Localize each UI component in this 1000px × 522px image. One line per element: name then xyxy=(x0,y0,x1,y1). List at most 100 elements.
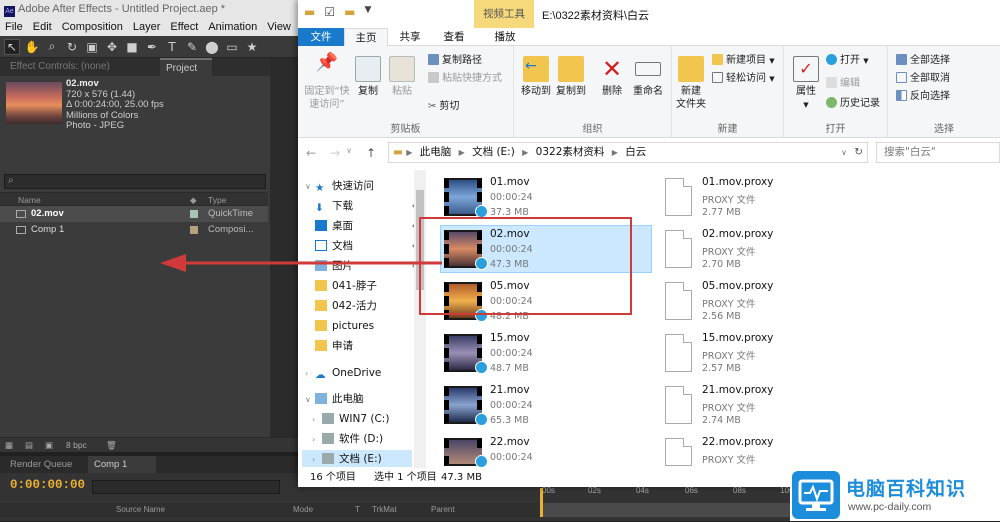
column-mode[interactable]: Mode xyxy=(293,503,313,517)
refresh-icon[interactable]: ↻ xyxy=(854,143,863,162)
label-color-swatch[interactable] xyxy=(190,210,198,218)
nav-item-folder-pictures[interactable]: pictures xyxy=(315,319,374,333)
qat-dropdown-icon[interactable]: ▼ xyxy=(364,5,371,19)
file-tile-21-proxy[interactable]: 21.mov.proxy PROXY 文件 2.74 MB xyxy=(665,384,815,432)
move-to-button[interactable]: ← 移动到 xyxy=(516,56,556,98)
camera-tool-icon[interactable]: ▣ xyxy=(84,39,100,55)
paste-shortcut-button[interactable]: 粘贴快捷方式 xyxy=(428,72,502,86)
copy-to-button[interactable]: 复制到 xyxy=(551,56,591,98)
menu-edit[interactable]: Edit xyxy=(28,21,57,33)
menu-effect[interactable]: Effect xyxy=(165,21,203,33)
label-color-swatch[interactable] xyxy=(190,226,198,234)
bit-depth-button[interactable]: 8 bpc xyxy=(66,438,87,452)
address-dropdown-icon[interactable]: ∨ xyxy=(841,143,847,162)
tab-render-queue[interactable]: Render Queue xyxy=(4,456,78,473)
properties-button[interactable]: ✓ 属性 ▼ xyxy=(786,56,826,112)
trash-icon[interactable]: 🗑 xyxy=(106,438,117,452)
file-tile-05-proxy[interactable]: 05.mov.proxy PROXY 文件 2.56 MB xyxy=(665,280,815,328)
pen-tool-icon[interactable]: ✒ xyxy=(144,39,160,55)
timeline-search-input[interactable] xyxy=(92,480,280,494)
easy-access-button[interactable]: 轻松访问 ▼ xyxy=(712,72,775,86)
column-parent[interactable]: Parent xyxy=(431,503,455,517)
type-tool-icon[interactable]: T xyxy=(164,39,180,55)
project-search-input[interactable]: ⌕ xyxy=(4,174,266,189)
tab-file[interactable]: 文件 xyxy=(298,28,344,46)
breadcrumb-0322[interactable]: 0322素材资料 xyxy=(536,146,605,158)
paste-button[interactable]: 粘贴 xyxy=(382,56,422,98)
playhead[interactable] xyxy=(540,488,543,517)
nav-item-quick-access[interactable]: ∨ ★ 快速访问 xyxy=(305,179,374,194)
edit-button[interactable]: 编辑 xyxy=(826,77,860,91)
new-item-button[interactable]: 新建项目 ▼ xyxy=(712,54,775,68)
folder-icon[interactable]: ▬ xyxy=(304,5,315,19)
file-tile-15-proxy[interactable]: 15.mov.proxy PROXY 文件 2.57 MB xyxy=(665,332,815,380)
menu-animation[interactable]: Animation xyxy=(203,21,262,33)
current-time-display[interactable]: 0:00:00:00 xyxy=(10,478,85,492)
tab-play[interactable]: 播放 xyxy=(478,28,532,46)
nav-item-folder-042[interactable]: 042-活力 xyxy=(315,299,377,313)
breadcrumb-baiyun[interactable]: 白云 xyxy=(625,146,646,158)
rectangle-tool-icon[interactable]: ■ xyxy=(124,39,140,55)
file-tile-02-proxy[interactable]: 02.mov.proxy PROXY 文件 2.70 MB xyxy=(665,228,815,276)
nav-item-drive-e[interactable]: › 文档 (E:) xyxy=(312,452,382,467)
new-folder-icon[interactable]: ▤ xyxy=(25,438,33,452)
column-t[interactable]: T xyxy=(355,503,360,517)
nav-item-this-pc[interactable]: ∨ 此电脑 xyxy=(305,392,364,407)
project-item-comp-1[interactable]: Comp 1 Composi... xyxy=(0,222,268,238)
history-button[interactable]: 历史记录 xyxy=(826,97,880,111)
menu-view[interactable]: View xyxy=(262,21,296,33)
breadcrumb-this-pc[interactable]: 此电脑 xyxy=(420,146,452,158)
open-button[interactable]: 打开 ▼ xyxy=(826,54,869,68)
nav-item-drive-c[interactable]: › WIN7 (C:) xyxy=(312,412,389,427)
nav-item-folder-041[interactable]: 041-脖子 xyxy=(315,279,377,293)
puppet-tool-icon[interactable]: ★ xyxy=(244,39,260,55)
recent-dropdown-icon[interactable]: ∨ xyxy=(346,146,352,160)
folder-search-input[interactable]: 搜索"白云" xyxy=(876,142,1000,163)
tab-effect-controls[interactable]: Effect Controls: (none) xyxy=(4,58,154,76)
interpret-footage-icon[interactable]: ▦ xyxy=(5,438,13,452)
zoom-tool-icon[interactable]: ⌕ xyxy=(44,39,60,55)
nav-item-downloads[interactable]: ⬇下载◆ xyxy=(315,199,418,214)
selection-tool-icon[interactable]: ↖ xyxy=(4,38,20,55)
invert-selection-button[interactable]: 反向选择 xyxy=(896,90,950,104)
pin-quick-access-button[interactable]: 📌 固定到“快 速访问” xyxy=(302,54,352,111)
brush-tool-icon[interactable]: ✎ xyxy=(184,39,200,55)
menu-file[interactable]: File xyxy=(0,21,28,33)
file-tile-21-mov[interactable]: 21.mov 00:00:24 65.3 MB xyxy=(444,384,650,432)
eraser-tool-icon[interactable]: ▭ xyxy=(224,39,240,55)
new-folder-button[interactable]: 新建 文件夹 xyxy=(671,56,711,111)
column-trkmat[interactable]: TrkMat xyxy=(372,503,397,517)
select-none-button[interactable]: 全部取消 xyxy=(896,72,950,86)
project-item-02-mov[interactable]: 02.mov QuickTime xyxy=(0,206,268,222)
tab-view[interactable]: 查看 xyxy=(432,28,476,46)
address-bar[interactable]: ▬ ▶ 此电脑 ▶ 文档 (E:) ▶ 0322素材资料 ▶ 白云 ∨ ↻ xyxy=(388,142,868,163)
clone-tool-icon[interactable]: ⬤ xyxy=(204,39,220,55)
cut-button[interactable]: ✂ 剪切 xyxy=(428,100,459,114)
rename-button[interactable]: 重命名 xyxy=(628,56,668,98)
rotate-tool-icon[interactable]: ↻ xyxy=(64,39,80,55)
file-tile-15-mov[interactable]: 15.mov 00:00:24 48.7 MB xyxy=(444,332,650,380)
column-name[interactable]: Name xyxy=(18,193,41,207)
tab-comp-1[interactable]: Comp 1 xyxy=(88,456,156,473)
nav-scrollbar[interactable] xyxy=(414,170,426,468)
back-icon[interactable]: ← xyxy=(306,146,316,160)
new-folder-icon[interactable]: ▬ xyxy=(344,5,355,19)
nav-item-desktop[interactable]: 桌面◆ xyxy=(315,219,418,233)
copy-path-button[interactable]: 复制路径 xyxy=(428,54,482,68)
work-area-bar[interactable] xyxy=(540,503,795,517)
properties-icon[interactable]: ☑ xyxy=(324,5,335,19)
hand-tool-icon[interactable]: ✋ xyxy=(24,39,40,55)
column-source-name[interactable]: Source Name xyxy=(116,503,165,517)
select-all-button[interactable]: 全部选择 xyxy=(896,54,950,68)
nav-item-folder-apply[interactable]: 申请 xyxy=(315,339,353,353)
breadcrumb-drive-e[interactable]: 文档 (E:) xyxy=(472,146,515,158)
nav-item-onedrive[interactable]: › ☁ OneDrive xyxy=(305,366,381,381)
tab-home[interactable]: 主页 xyxy=(344,28,388,46)
tab-project[interactable]: Project xyxy=(160,58,212,76)
file-tile-01-proxy[interactable]: 01.mov.proxy PROXY 文件 2.77 MB xyxy=(665,176,815,224)
pan-behind-tool-icon[interactable]: ✥ xyxy=(104,39,120,55)
up-icon[interactable]: ↑ xyxy=(366,146,376,160)
tab-share[interactable]: 共享 xyxy=(390,28,430,46)
menu-composition[interactable]: Composition xyxy=(57,21,128,33)
new-comp-icon[interactable]: ▣ xyxy=(45,438,53,452)
